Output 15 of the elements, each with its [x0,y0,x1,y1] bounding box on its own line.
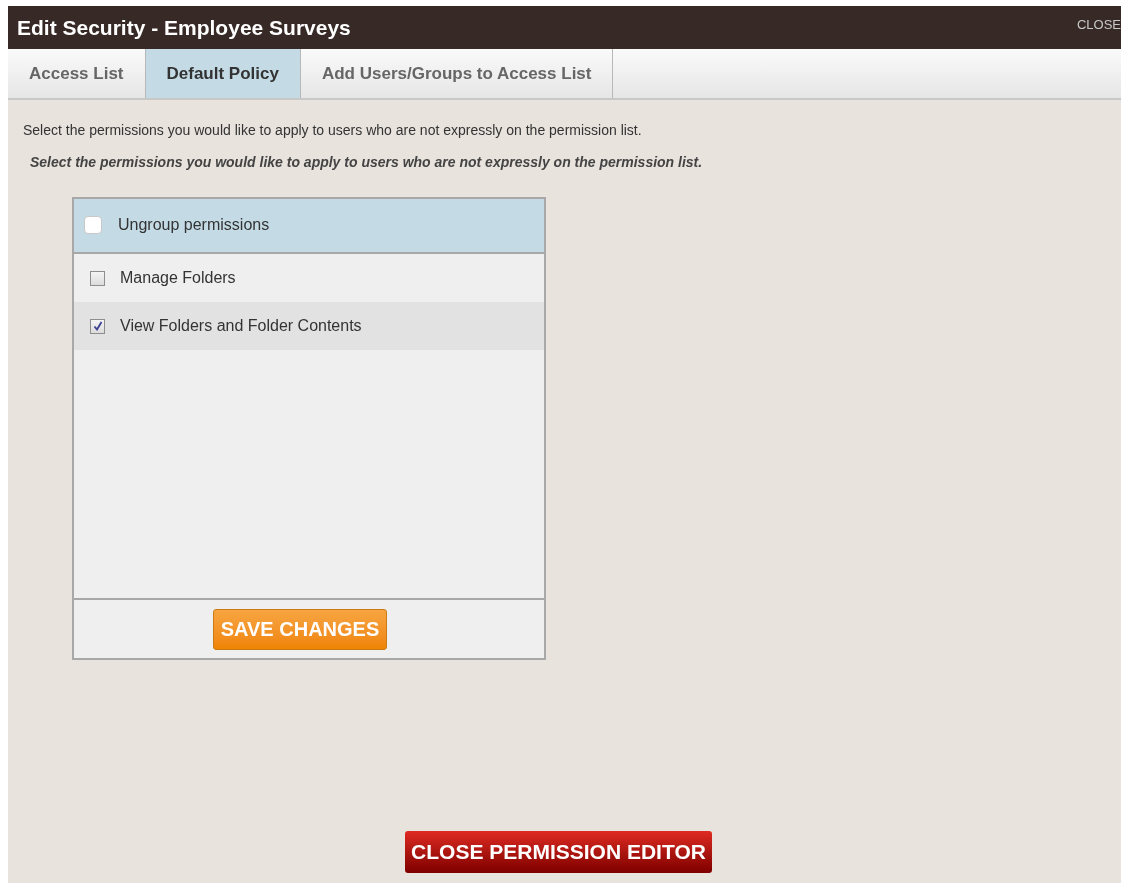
close-link[interactable]: CLOSE [1076,15,1121,35]
tab[interactable]: Add Users/Groups to Access List [300,49,614,98]
checkbox[interactable] [90,270,105,286]
window-title: Edit Security - Employee Surveys [17,14,351,41]
checkbox[interactable] [84,215,102,234]
instruction-text: Select the permissions you would like to apply to users who are not expressly on the permission list. [30,153,704,172]
check-icon [92,321,103,331]
checkbox-label: View Folders and Folder Contents [120,316,362,336]
checkbox[interactable] [90,318,105,334]
tab[interactable]: Default Policy [145,49,301,98]
tab[interactable]: Access List [8,49,146,98]
checkbox-label: Manage Folders [120,268,236,288]
instruction-text: Select the permissions you would like to apply to users who are not expressly on the permission list. [23,121,643,140]
close-editor-button[interactable]: CLOSE PERMISSION EDITOR [405,831,712,873]
checkbox-label: Ungroup permissions [118,214,270,235]
